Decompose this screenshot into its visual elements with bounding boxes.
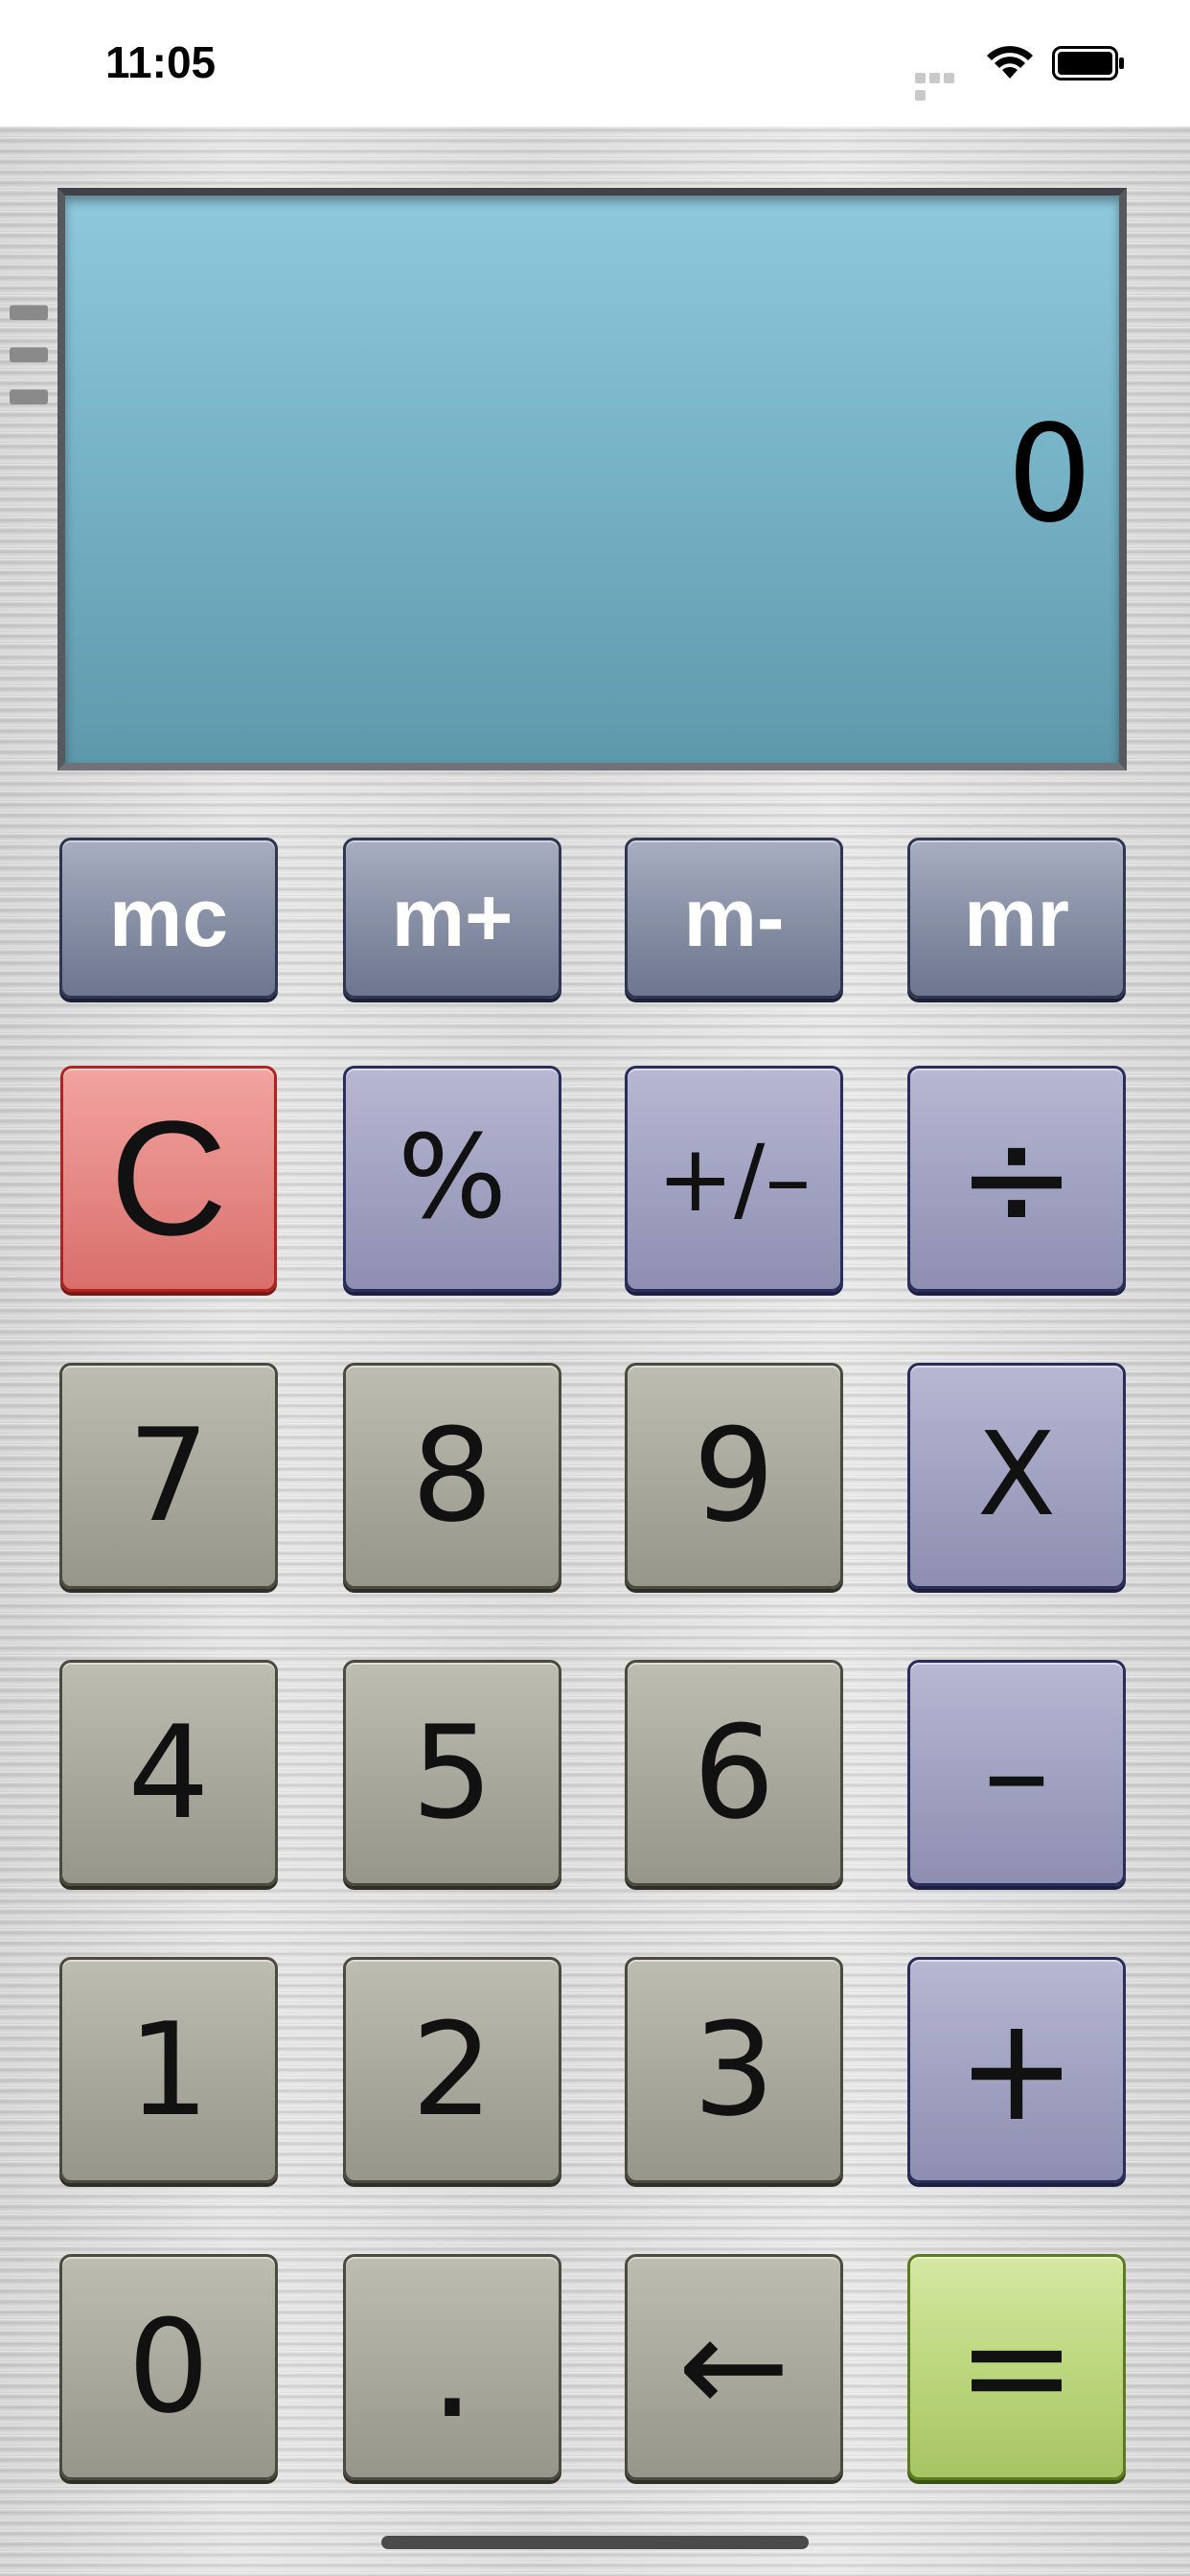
six-label: 6 [693, 1698, 775, 1848]
m-plus-label: m+ [391, 872, 514, 964]
nine-label: 9 [693, 1401, 775, 1551]
signal-icon [915, 71, 971, 101]
multiply-label: X [976, 1409, 1057, 1542]
five-button[interactable]: 5 [343, 1660, 561, 1886]
six-button[interactable]: 6 [625, 1660, 843, 1886]
decimal-label: . [429, 2284, 475, 2450]
wifi-icon [987, 46, 1033, 79]
three-label: 3 [693, 1995, 775, 2145]
eight-label: 8 [411, 1401, 493, 1551]
display-value: 0 [1006, 397, 1092, 553]
decimal-button[interactable]: . [343, 2254, 561, 2480]
one-button[interactable]: 1 [59, 1957, 278, 2183]
backspace-button[interactable]: ← [625, 2254, 843, 2480]
minus-label: – [983, 1694, 1050, 1851]
m-minus-button[interactable]: m- [625, 838, 843, 999]
plus-minus-button[interactable]: +/– [625, 1066, 843, 1292]
plus-minus-label: +/– [656, 1125, 812, 1232]
mc-button[interactable]: mc [59, 838, 278, 999]
five-label: 5 [411, 1698, 493, 1848]
seven-button[interactable]: 7 [59, 1363, 278, 1589]
percent-button[interactable]: % [343, 1066, 561, 1292]
percent-label: % [397, 1112, 508, 1245]
mr-label: mr [964, 872, 1069, 964]
status-bar: 11:05 [0, 0, 1190, 126]
clear-button[interactable]: C [60, 1066, 277, 1292]
four-button[interactable]: 4 [59, 1660, 278, 1886]
two-button[interactable]: 2 [343, 1957, 561, 2183]
multiply-button[interactable]: X [907, 1363, 1126, 1589]
nine-button[interactable]: 9 [625, 1363, 843, 1589]
divide-label: ÷ [956, 1095, 1077, 1262]
plus-label: + [956, 1987, 1077, 2153]
zero-label: 0 [127, 2292, 210, 2442]
mr-button[interactable]: mr [907, 838, 1126, 999]
mc-label: mc [108, 872, 229, 964]
three-button[interactable]: 3 [625, 1957, 843, 2183]
backspace-icon: ← [677, 2288, 790, 2445]
m-plus-button[interactable]: m+ [343, 838, 561, 999]
display-screen: 0 [57, 188, 1127, 770]
seven-label: 7 [127, 1401, 210, 1551]
equals-button[interactable]: = [907, 2254, 1126, 2480]
status-time: 11:05 [105, 37, 217, 87]
divide-button[interactable]: ÷ [907, 1066, 1126, 1292]
clear-label: C [109, 1088, 228, 1270]
plus-button[interactable]: + [907, 1957, 1126, 2183]
home-indicator[interactable] [381, 2536, 809, 2549]
battery-icon [1052, 46, 1124, 80]
menu-handle-icon[interactable] [10, 305, 50, 410]
one-label: 1 [127, 1995, 210, 2145]
minus-button[interactable]: – [907, 1660, 1126, 1886]
zero-button[interactable]: 0 [59, 2254, 278, 2480]
two-label: 2 [411, 1995, 493, 2145]
m-minus-label: m- [683, 872, 785, 964]
four-label: 4 [127, 1698, 210, 1848]
eight-button[interactable]: 8 [343, 1363, 561, 1589]
equals-label: = [956, 2284, 1077, 2450]
